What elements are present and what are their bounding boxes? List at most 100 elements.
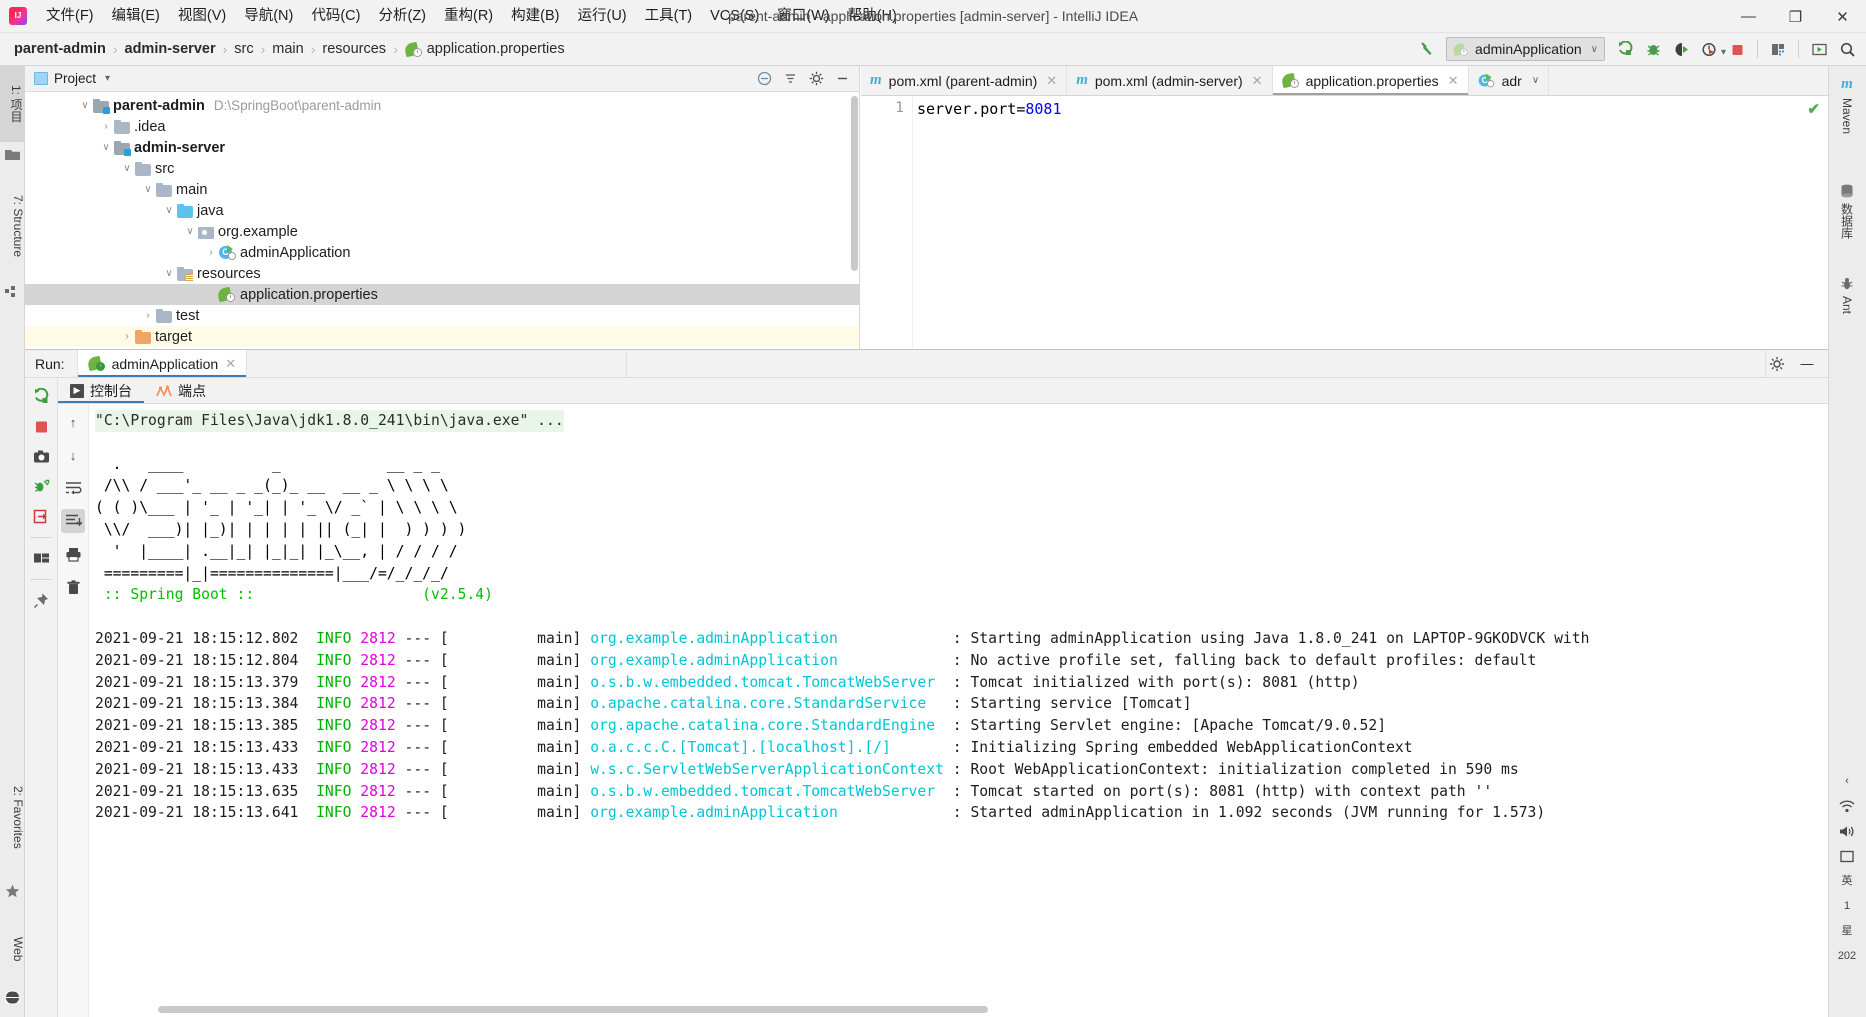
chevron-down-icon[interactable]: ∨ xyxy=(1532,75,1539,86)
chevron-right-icon[interactable]: › xyxy=(98,119,114,135)
tree-node-test[interactable]: › test xyxy=(25,305,859,326)
console-output[interactable]: "C:\Program Files\Java\jdk1.8.0_241\bin\… xyxy=(89,404,1828,1017)
sidebar-tab-database[interactable]: 数据库 xyxy=(1828,178,1866,245)
chevron-down-icon[interactable]: ∨ xyxy=(182,224,198,240)
minimize-button[interactable]: — xyxy=(1725,0,1772,33)
hide-panel-button[interactable] xyxy=(831,69,853,89)
menu-edit[interactable]: 编辑(E) xyxy=(103,3,169,29)
menu-help[interactable]: 帮助(H) xyxy=(839,3,906,29)
settings-gear-icon[interactable] xyxy=(1766,354,1788,374)
tree-node-main[interactable]: ∨ main xyxy=(25,179,859,200)
code-editor[interactable]: 1 server.port=8081 ✔ xyxy=(861,96,1828,349)
scroll-up-button[interactable]: ↑ xyxy=(61,410,85,434)
structure-grid-icon[interactable] xyxy=(5,286,20,301)
close-icon[interactable]: ✕ xyxy=(225,356,236,372)
star-icon[interactable] xyxy=(5,884,20,899)
sidebar-tab-maven[interactable]: m Maven xyxy=(1828,70,1866,140)
ime-indicator[interactable]: 英 xyxy=(1842,875,1853,888)
sidebar-tab-favorites[interactable]: 2: Favorites xyxy=(0,762,25,872)
layout-settings-icon[interactable] xyxy=(29,546,54,571)
editor-tab-adr[interactable]: C adr ∨ xyxy=(1469,66,1550,95)
collapse-all-button[interactable] xyxy=(753,69,775,89)
editor-tab-application-properties[interactable]: application.properties ✕ xyxy=(1272,66,1469,95)
screenshot-camera-icon[interactable] xyxy=(29,444,54,469)
rerun-button[interactable] xyxy=(29,384,54,409)
menu-vcs[interactable]: VCS(S) xyxy=(701,3,768,29)
tree-node-org-example[interactable]: ∨ org.example xyxy=(25,221,859,242)
close-icon[interactable]: ✕ xyxy=(1046,73,1057,89)
close-icon[interactable]: ✕ xyxy=(1252,73,1263,89)
folder-icon[interactable] xyxy=(5,148,20,163)
volume-icon[interactable] xyxy=(1839,825,1855,838)
sidebar-tab-web[interactable]: Web xyxy=(0,919,25,979)
run-tab-adminApplication[interactable]: adminApplication ✕ xyxy=(76,350,248,377)
update-button[interactable] xyxy=(1806,37,1832,61)
tab-endpoints[interactable]: 端点 xyxy=(144,378,218,403)
inspection-status-icon[interactable]: ✔ xyxy=(1807,100,1820,118)
chevron-down-icon[interactable]: ∨ xyxy=(77,98,93,114)
chevron-right-icon[interactable]: › xyxy=(119,329,135,345)
wifi-icon[interactable] xyxy=(1839,800,1855,813)
project-structure-button[interactable] xyxy=(1765,37,1791,61)
breadcrumb-item-admin-server[interactable]: admin-server xyxy=(121,39,220,59)
attach-debugger-icon[interactable] xyxy=(29,474,54,499)
tree-node-adminApplication[interactable]: › C adminApplication xyxy=(25,242,859,263)
console-horizontal-scrollbar[interactable] xyxy=(158,1006,988,1013)
tree-node-idea[interactable]: › .idea xyxy=(25,116,859,137)
menu-analyze[interactable]: 分析(Z) xyxy=(369,3,435,29)
print-button[interactable] xyxy=(61,542,85,566)
close-button[interactable]: ✕ xyxy=(1819,0,1866,33)
tree-node-src[interactable]: ∨ src xyxy=(25,158,859,179)
tray-expand-icon[interactable]: ‹ xyxy=(1845,775,1849,788)
project-tree-scrollbar[interactable] xyxy=(851,96,858,271)
chevron-down-icon[interactable]: ∨ xyxy=(119,161,135,177)
chevron-down-icon[interactable]: ∨ xyxy=(140,182,156,198)
stop-button[interactable] xyxy=(29,414,54,439)
breadcrumb-item-main[interactable]: main xyxy=(268,39,307,59)
sidebar-tab-structure[interactable]: 7: Structure xyxy=(0,171,25,281)
chevron-down-icon[interactable]: ∨ xyxy=(161,266,177,282)
notification-icon[interactable] xyxy=(1839,850,1855,863)
tree-node-java[interactable]: ∨ java xyxy=(25,200,859,221)
tree-node-admin-server[interactable]: ∨ admin-server xyxy=(25,137,859,158)
profiler-button[interactable]: ▾ xyxy=(1696,37,1726,61)
tab-console[interactable]: ▶ 控制台 xyxy=(58,378,144,403)
menu-tools[interactable]: 工具(T) xyxy=(636,3,702,29)
menu-code[interactable]: 代码(C) xyxy=(302,3,369,29)
run-with-coverage-button[interactable] xyxy=(1668,37,1694,61)
import-button[interactable] xyxy=(29,504,54,529)
breadcrumb-item-resources[interactable]: resources xyxy=(318,39,390,59)
clear-all-button[interactable] xyxy=(61,575,85,599)
chevron-down-icon[interactable]: ∨ xyxy=(161,203,177,219)
menu-window[interactable]: 窗口(W) xyxy=(768,3,838,29)
build-hammer-icon[interactable] xyxy=(1414,37,1440,61)
sidebar-tab-project[interactable]: 1: 项目 xyxy=(0,66,25,142)
breadcrumb-item-parent-admin[interactable]: parent-admin xyxy=(10,39,110,59)
chevron-right-icon[interactable]: › xyxy=(203,245,219,261)
menu-navigate[interactable]: 导航(N) xyxy=(235,3,302,29)
menu-file[interactable]: 文件(F) xyxy=(37,3,103,29)
chevron-down-icon[interactable]: ∨ xyxy=(98,140,114,156)
run-configuration-selector[interactable]: adminApplication ∨ xyxy=(1446,37,1605,61)
debug-button[interactable] xyxy=(1640,37,1666,61)
chevron-right-icon[interactable]: › xyxy=(140,308,156,324)
maximize-button[interactable]: ❐ xyxy=(1772,0,1819,33)
sidebar-tab-ant[interactable]: Ant xyxy=(1828,271,1866,320)
close-icon[interactable]: ✕ xyxy=(1448,73,1459,89)
menu-refactor[interactable]: 重构(R) xyxy=(435,3,502,29)
settings-gear-icon[interactable] xyxy=(805,69,827,89)
scroll-down-button[interactable]: ↓ xyxy=(61,443,85,467)
soft-wrap-button[interactable] xyxy=(61,476,85,500)
expand-all-button[interactable] xyxy=(779,69,801,89)
editor-tab-pom-admin-server[interactable]: m pom.xml (admin-server) ✕ xyxy=(1067,66,1273,95)
globe-icon[interactable] xyxy=(5,990,20,1005)
tree-node-resources[interactable]: ∨ resources xyxy=(25,263,859,284)
tree-node-parent-admin[interactable]: ∨ parent-admin D:\SpringBoot\parent-admi… xyxy=(25,95,859,116)
chevron-down-icon[interactable]: ▾ xyxy=(105,73,110,84)
hide-panel-button[interactable]: — xyxy=(1796,354,1818,374)
stop-button[interactable] xyxy=(1724,37,1750,61)
breadcrumb-item-application-properties[interactable]: application.properties xyxy=(401,39,569,59)
run-button[interactable] xyxy=(1612,37,1638,61)
breadcrumb-item-src[interactable]: src xyxy=(230,39,257,59)
pin-button[interactable] xyxy=(29,588,54,613)
